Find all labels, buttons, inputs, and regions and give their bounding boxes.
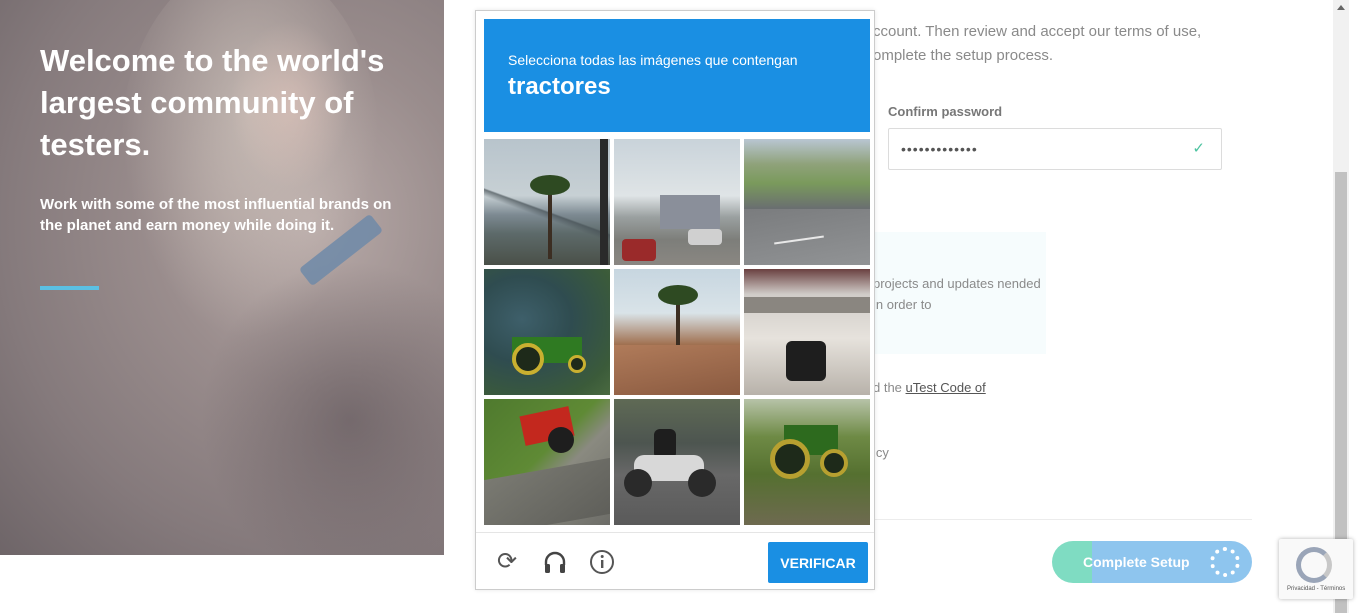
roof	[614, 345, 740, 395]
palm-crown	[530, 175, 570, 195]
code-of-conduct-text: d the uTest Code of	[873, 380, 986, 395]
page-scrollbar[interactable]	[1333, 0, 1349, 613]
captcha-header: Selecciona todas las imágenes que conten…	[484, 19, 870, 132]
bridge-cable	[484, 139, 610, 265]
red-car	[622, 239, 656, 261]
captcha-footer: ⟳ VERIFICAR	[476, 532, 874, 589]
path	[484, 457, 610, 525]
building	[660, 195, 720, 229]
page: Welcome to the world's largest community…	[0, 0, 1366, 613]
captcha-tile-green-tractor[interactable]	[484, 269, 610, 395]
notice-text: projects and updates nended in order to	[873, 276, 1041, 312]
confirm-password-field[interactable]: ••••••••••••• ✓	[888, 128, 1222, 170]
white-car	[688, 229, 722, 245]
hero-title: Welcome to the world's largest community…	[40, 43, 385, 162]
form-intro-text: ccount. Then review and accept our terms…	[873, 23, 1202, 64]
loading-spinner-icon	[1210, 547, 1240, 577]
confirm-password-value: •••••••••••••	[901, 141, 978, 157]
captcha-tile-motorcycle[interactable]	[614, 399, 740, 525]
palm-trunk	[548, 189, 552, 259]
captcha-tile-bridge-palm[interactable]	[484, 139, 610, 265]
palm-crown	[658, 285, 698, 305]
hero-accent-rule	[40, 286, 99, 290]
hero-panel: Welcome to the world's largest community…	[0, 0, 444, 555]
captcha-tile-red-tractor[interactable]	[484, 399, 610, 525]
trailer-window	[786, 341, 826, 381]
form-divider	[875, 519, 1252, 520]
trailer-rail	[744, 297, 870, 313]
captcha-instruction: Selecciona todas las imágenes que conten…	[508, 52, 798, 68]
captcha-tile-street[interactable]	[614, 139, 740, 265]
confirm-password-label: Confirm password	[888, 104, 1003, 119]
recaptcha-badge-footer[interactable]: Privacidad - Términos	[1287, 586, 1345, 592]
tractor-wheel	[770, 439, 810, 479]
scroll-up-arrow-icon[interactable]	[1337, 5, 1345, 10]
privacy-policy-text[interactable]: icy	[873, 445, 889, 460]
code-of-conduct-link[interactable]: uTest Code of	[906, 380, 986, 395]
motorcycle-wheel	[624, 469, 652, 497]
captcha-tile-green-tractor-field[interactable]	[744, 399, 870, 525]
code-of-conduct-prefix: d the	[873, 380, 906, 395]
pole	[600, 139, 608, 265]
motorcycle-wheel	[688, 469, 716, 497]
captcha-tile-road[interactable]	[744, 139, 870, 265]
tractor-wheel	[512, 343, 544, 375]
info-icon-svg	[590, 550, 614, 574]
verify-button[interactable]: VERIFICAR	[768, 542, 868, 583]
tractor-front-wheel	[820, 449, 848, 477]
recaptcha-logo-icon	[1296, 547, 1332, 583]
tractor-front-wheel	[568, 355, 586, 373]
captcha-tile-trailer[interactable]	[744, 269, 870, 395]
check-icon: ✓	[1192, 140, 1205, 157]
reload-icon[interactable]: ⟳	[494, 549, 520, 575]
recaptcha-badge[interactable]: Privacidad - Términos	[1279, 539, 1353, 599]
captcha-image-grid	[484, 139, 870, 525]
captcha-keyword: tractores	[508, 73, 611, 100]
headphones-icon-svg	[544, 551, 566, 573]
headphones-icon[interactable]	[542, 549, 568, 575]
captcha-tile-rooftop-palm[interactable]	[614, 269, 740, 395]
info-icon[interactable]	[589, 549, 615, 575]
hero-subtitle: Work with some of the most influential b…	[40, 196, 392, 234]
red-tractor-wheel	[548, 427, 574, 453]
captcha-challenge: Selecciona todas las imágenes que conten…	[475, 10, 875, 590]
palm-trunk	[676, 299, 680, 349]
